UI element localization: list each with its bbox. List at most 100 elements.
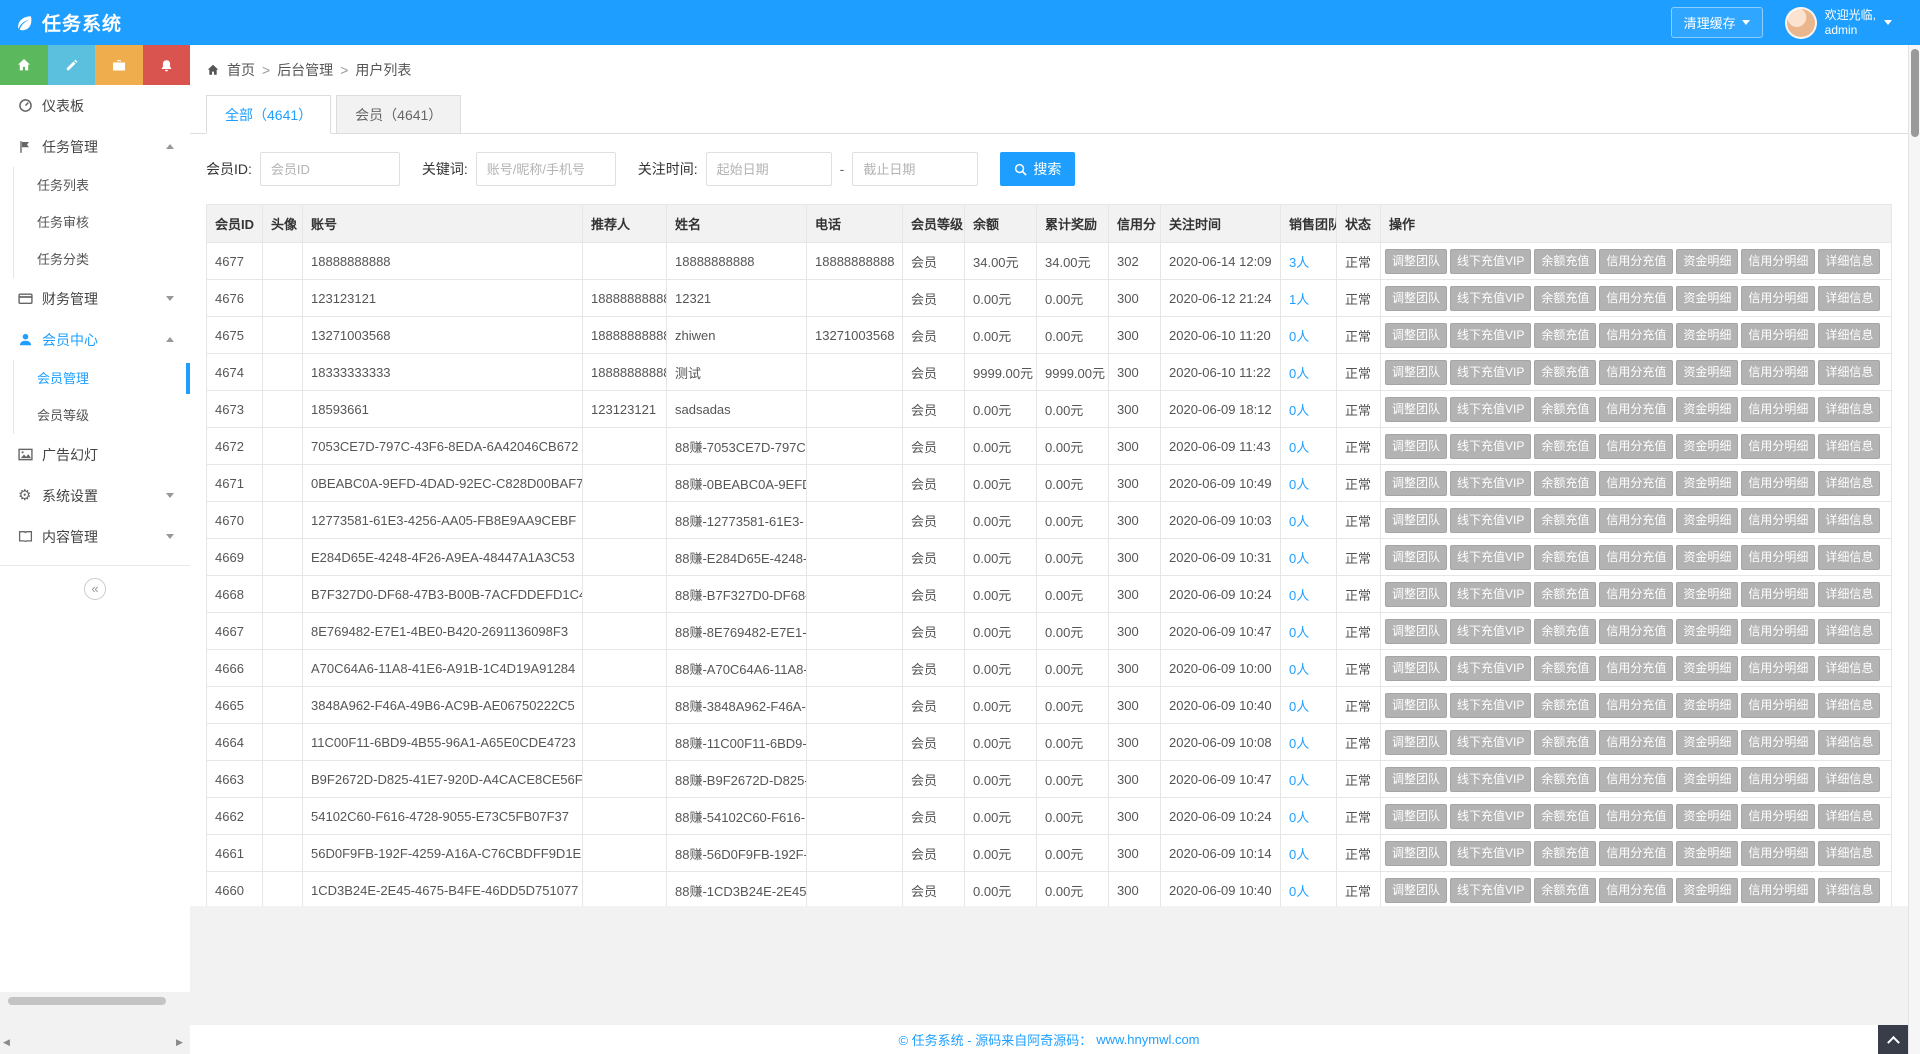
- row-action-button[interactable]: 信用分明细: [1741, 360, 1815, 385]
- horizontal-scrollbar-thumb[interactable]: [8, 997, 166, 1005]
- row-action-button[interactable]: 资金明细: [1676, 619, 1738, 644]
- quick-briefcase-button[interactable]: [95, 45, 143, 85]
- row-action-button[interactable]: 信用分充值: [1599, 545, 1673, 570]
- row-action-button[interactable]: 详细信息: [1818, 693, 1880, 718]
- end-date-input[interactable]: [852, 152, 978, 186]
- row-action-button[interactable]: 余额充值: [1534, 360, 1596, 385]
- sidebar-subitem-task-list[interactable]: 任务列表: [0, 167, 190, 204]
- row-action-button[interactable]: 信用分明细: [1741, 804, 1815, 829]
- row-action-button[interactable]: 调整团队: [1385, 878, 1447, 903]
- row-action-button[interactable]: 信用分明细: [1741, 767, 1815, 792]
- row-action-button[interactable]: 线下充值VIP: [1450, 249, 1531, 274]
- row-action-button[interactable]: 线下充值VIP: [1450, 471, 1531, 496]
- cell-sales-team-link[interactable]: 0人: [1281, 724, 1337, 761]
- row-action-button[interactable]: 信用分充值: [1599, 878, 1673, 903]
- tab-all[interactable]: 全部（4641）: [206, 95, 331, 134]
- row-action-button[interactable]: 详细信息: [1818, 508, 1880, 533]
- sidebar-subitem-member-level[interactable]: 会员等级: [0, 397, 190, 434]
- row-action-button[interactable]: 余额充值: [1534, 619, 1596, 644]
- row-action-button[interactable]: 资金明细: [1676, 508, 1738, 533]
- row-action-button[interactable]: 资金明细: [1676, 730, 1738, 755]
- cell-sales-team-link[interactable]: 0人: [1281, 428, 1337, 465]
- row-action-button[interactable]: 信用分充值: [1599, 693, 1673, 718]
- row-action-button[interactable]: 资金明细: [1676, 434, 1738, 459]
- row-action-button[interactable]: 线下充值VIP: [1450, 878, 1531, 903]
- row-action-button[interactable]: 信用分明细: [1741, 619, 1815, 644]
- row-action-button[interactable]: 信用分明细: [1741, 582, 1815, 607]
- row-action-button[interactable]: 详细信息: [1818, 841, 1880, 866]
- row-action-button[interactable]: 资金明细: [1676, 249, 1738, 274]
- cell-sales-team-link[interactable]: 1人: [1281, 280, 1337, 317]
- cell-sales-team-link[interactable]: 0人: [1281, 576, 1337, 613]
- row-action-button[interactable]: 线下充值VIP: [1450, 545, 1531, 570]
- sidebar-subitem-task-review[interactable]: 任务审核: [0, 204, 190, 241]
- sidebar-item-member-center[interactable]: 会员中心: [0, 319, 190, 360]
- row-action-button[interactable]: 详细信息: [1818, 619, 1880, 644]
- row-action-button[interactable]: 信用分充值: [1599, 434, 1673, 459]
- cell-sales-team-link[interactable]: 0人: [1281, 798, 1337, 835]
- row-action-button[interactable]: 详细信息: [1818, 804, 1880, 829]
- row-action-button[interactable]: 信用分充值: [1599, 656, 1673, 681]
- cell-sales-team-link[interactable]: 3人: [1281, 243, 1337, 280]
- row-action-button[interactable]: 信用分充值: [1599, 730, 1673, 755]
- row-action-button[interactable]: 调整团队: [1385, 397, 1447, 422]
- row-action-button[interactable]: 线下充值VIP: [1450, 693, 1531, 718]
- row-action-button[interactable]: 线下充值VIP: [1450, 397, 1531, 422]
- row-action-button[interactable]: 资金明细: [1676, 360, 1738, 385]
- row-action-button[interactable]: 线下充值VIP: [1450, 360, 1531, 385]
- row-action-button[interactable]: 调整团队: [1385, 323, 1447, 348]
- row-action-button[interactable]: 余额充值: [1534, 471, 1596, 496]
- row-action-button[interactable]: 余额充值: [1534, 767, 1596, 792]
- row-action-button[interactable]: 线下充值VIP: [1450, 804, 1531, 829]
- row-action-button[interactable]: 信用分明细: [1741, 656, 1815, 681]
- sidebar-item-system-settings[interactable]: ⚙ 系统设置: [0, 475, 190, 516]
- row-action-button[interactable]: 余额充值: [1534, 656, 1596, 681]
- user-menu[interactable]: 欢迎光临, admin: [1785, 7, 1892, 39]
- breadcrumb-item-admin[interactable]: 后台管理: [277, 60, 333, 80]
- row-action-button[interactable]: 资金明细: [1676, 841, 1738, 866]
- row-action-button[interactable]: 资金明细: [1676, 323, 1738, 348]
- clear-cache-button[interactable]: 清理缓存: [1671, 7, 1763, 38]
- sidebar-item-content-management[interactable]: 内容管理: [0, 516, 190, 557]
- row-action-button[interactable]: 余额充值: [1534, 730, 1596, 755]
- row-action-button[interactable]: 线下充值VIP: [1450, 730, 1531, 755]
- row-action-button[interactable]: 余额充值: [1534, 582, 1596, 607]
- row-action-button[interactable]: 信用分充值: [1599, 508, 1673, 533]
- cell-sales-team-link[interactable]: 0人: [1281, 761, 1337, 798]
- cell-sales-team-link[interactable]: 0人: [1281, 539, 1337, 576]
- cell-sales-team-link[interactable]: 0人: [1281, 391, 1337, 428]
- row-action-button[interactable]: 信用分明细: [1741, 841, 1815, 866]
- row-action-button[interactable]: 详细信息: [1818, 656, 1880, 681]
- row-action-button[interactable]: 调整团队: [1385, 286, 1447, 311]
- row-action-button[interactable]: 详细信息: [1818, 249, 1880, 274]
- row-action-button[interactable]: 线下充值VIP: [1450, 286, 1531, 311]
- row-action-button[interactable]: 信用分充值: [1599, 582, 1673, 607]
- sidebar-item-dashboard[interactable]: 仪表板: [0, 85, 190, 126]
- row-action-button[interactable]: 详细信息: [1818, 397, 1880, 422]
- tab-members[interactable]: 会员（4641）: [336, 95, 461, 134]
- row-action-button[interactable]: 信用分充值: [1599, 360, 1673, 385]
- row-action-button[interactable]: 详细信息: [1818, 471, 1880, 496]
- row-action-button[interactable]: 资金明细: [1676, 286, 1738, 311]
- row-action-button[interactable]: 信用分明细: [1741, 508, 1815, 533]
- row-action-button[interactable]: 余额充值: [1534, 841, 1596, 866]
- row-action-button[interactable]: 详细信息: [1818, 323, 1880, 348]
- row-action-button[interactable]: 资金明细: [1676, 397, 1738, 422]
- row-action-button[interactable]: 详细信息: [1818, 730, 1880, 755]
- row-action-button[interactable]: 线下充值VIP: [1450, 656, 1531, 681]
- back-to-top-button[interactable]: [1878, 1025, 1908, 1054]
- row-action-button[interactable]: 信用分明细: [1741, 249, 1815, 274]
- row-action-button[interactable]: 信用分充值: [1599, 286, 1673, 311]
- row-action-button[interactable]: 调整团队: [1385, 360, 1447, 385]
- row-action-button[interactable]: 余额充值: [1534, 508, 1596, 533]
- row-action-button[interactable]: 调整团队: [1385, 434, 1447, 459]
- row-action-button[interactable]: 线下充值VIP: [1450, 323, 1531, 348]
- row-action-button[interactable]: 余额充值: [1534, 545, 1596, 570]
- start-date-input[interactable]: [706, 152, 832, 186]
- row-action-button[interactable]: 信用分充值: [1599, 397, 1673, 422]
- row-action-button[interactable]: 资金明细: [1676, 767, 1738, 792]
- sidebar-collapse-button[interactable]: «: [84, 578, 106, 600]
- row-action-button[interactable]: 调整团队: [1385, 508, 1447, 533]
- row-action-button[interactable]: 信用分明细: [1741, 434, 1815, 459]
- row-action-button[interactable]: 线下充值VIP: [1450, 434, 1531, 459]
